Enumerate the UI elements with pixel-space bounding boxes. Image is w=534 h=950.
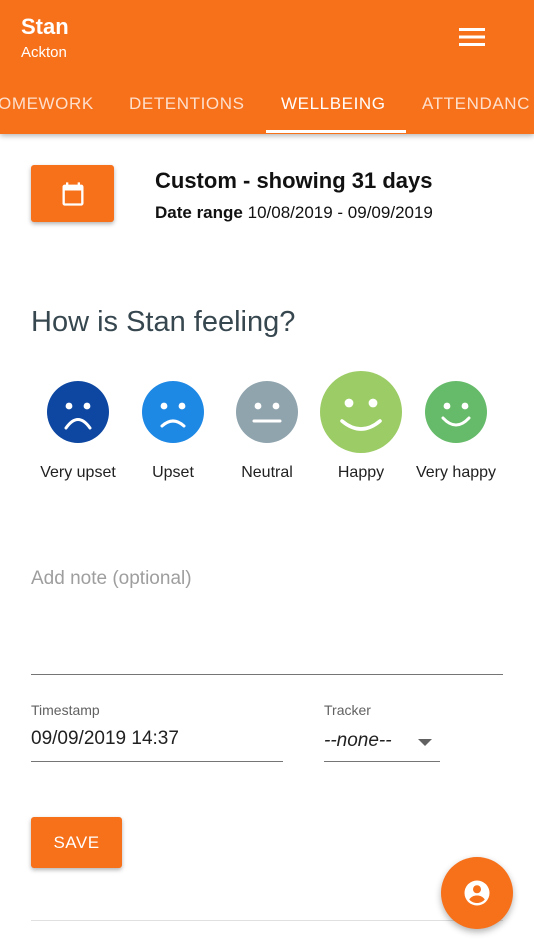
- note-input[interactable]: [31, 568, 503, 590]
- school-name: Ackton: [21, 44, 67, 61]
- mood-neutral-button[interactable]: [236, 381, 298, 443]
- tab-wellbeing[interactable]: WELLBEING: [281, 78, 386, 134]
- chevron-down-icon: [418, 739, 432, 746]
- timestamp-label: Timestamp: [31, 702, 100, 718]
- menu-button[interactable]: [452, 20, 492, 54]
- mood-very-upset-button[interactable]: [47, 381, 109, 443]
- tracker-label: Tracker: [324, 702, 371, 718]
- upset-face-icon: [142, 381, 204, 443]
- student-name: Stan: [21, 14, 69, 39]
- tab-homework[interactable]: OMEWORK: [0, 78, 94, 134]
- active-tab-indicator: [266, 130, 406, 133]
- mood-upset-button[interactable]: [142, 381, 204, 443]
- save-button[interactable]: SAVE: [31, 817, 122, 868]
- mood-label-very-happy: Very happy: [415, 464, 497, 481]
- mood-label-neutral: Neutral: [241, 464, 293, 481]
- happy-face-icon: [320, 371, 402, 453]
- date-range-title: Custom - showing 31 days: [155, 168, 433, 193]
- mood-label-very-upset: Very upset: [40, 464, 116, 481]
- date-range-button[interactable]: [31, 165, 114, 222]
- hamburger-menu-icon: [459, 28, 485, 46]
- account-fab-button[interactable]: [441, 857, 513, 929]
- tab-bar: OMEWORK DETENTIONS WELLBEING ATTENDANC: [0, 78, 534, 134]
- mood-very-happy-button[interactable]: [425, 381, 487, 443]
- very-happy-face-icon: [425, 381, 487, 443]
- calendar-icon: [62, 181, 83, 206]
- neutral-face-icon: [236, 381, 298, 443]
- note-field: [31, 568, 503, 675]
- tab-detentions[interactable]: DETENTIONS: [129, 78, 245, 134]
- date-range-label: Date range: [155, 203, 243, 222]
- wellbeing-question: How is Stan feeling?: [31, 306, 296, 338]
- mood-label-upset: Upset: [152, 464, 194, 481]
- tracker-select[interactable]: --none--: [324, 728, 440, 762]
- date-range-line: Date range 10/08/2019 - 09/09/2019: [155, 203, 433, 223]
- tab-attendance[interactable]: ATTENDANC: [422, 78, 530, 134]
- tracker-selected-value: --none--: [324, 730, 392, 751]
- very-upset-face-icon: [47, 381, 109, 443]
- mood-label-happy: Happy: [337, 464, 385, 481]
- mood-happy-button[interactable]: [320, 371, 402, 453]
- timestamp-field: [31, 728, 283, 762]
- divider: [31, 920, 503, 921]
- timestamp-input[interactable]: [31, 728, 283, 750]
- account-circle-icon: [464, 880, 490, 906]
- app-bar: Stan Ackton OMEWORK DETENTIONS WELLBEING…: [0, 0, 534, 134]
- date-range-value: 10/08/2019 - 09/09/2019: [247, 203, 433, 222]
